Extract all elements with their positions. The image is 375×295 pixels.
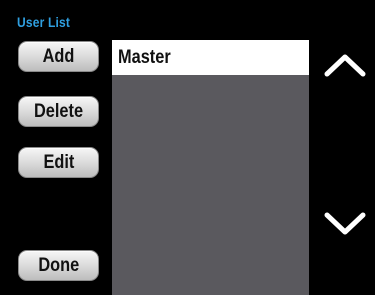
- delete-button[interactable]: Delete: [18, 96, 99, 127]
- user-list[interactable]: Master: [112, 40, 309, 295]
- page-title: User List: [17, 14, 71, 30]
- chevron-down-icon: [324, 212, 366, 235]
- done-button[interactable]: Done: [18, 250, 99, 281]
- scroll-down-button[interactable]: [322, 209, 368, 239]
- edit-button[interactable]: Edit: [18, 147, 99, 178]
- edit-button-label: Edit: [43, 151, 74, 173]
- add-button-label: Add: [42, 45, 75, 67]
- scroll-up-button[interactable]: [322, 50, 368, 80]
- user-name: Master: [118, 46, 171, 68]
- list-item[interactable]: Master: [112, 40, 309, 75]
- delete-button-label: Delete: [33, 100, 84, 122]
- done-button-label: Done: [38, 254, 79, 276]
- add-button[interactable]: Add: [18, 41, 99, 72]
- chevron-up-icon: [324, 54, 366, 77]
